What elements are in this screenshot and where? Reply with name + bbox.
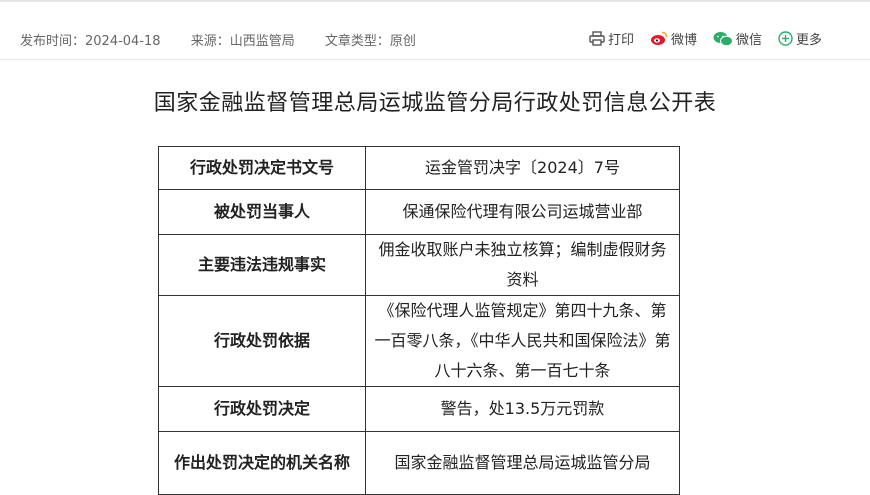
row-label: 行政处罚依据 <box>158 295 366 387</box>
wechat-label: 微信 <box>735 33 762 48</box>
share-toolbar: 打印 微博 微信 更多 <box>589 29 822 48</box>
plus-circle-icon <box>778 31 793 46</box>
page-title: 国家金融监督管理总局运城监管分局行政处罚信息公开表 <box>153 91 717 116</box>
print-button[interactable]: 打印 <box>589 29 634 48</box>
row-value: 保通保险代理有限公司运城营业部 <box>365 189 680 235</box>
row-value: 《保险代理人监管规定》第四十九条、第一百零八条，《中华人民共和国保险法》第八十六… <box>365 295 680 387</box>
wechat-icon <box>713 31 733 46</box>
print-label: 打印 <box>607 33 634 48</box>
row-label: 被处罚当事人 <box>158 189 366 235</box>
wechat-share-button[interactable]: 微信 <box>713 29 762 48</box>
table-row: 行政处罚决定书文号 运金管罚决字〔2024〕7号 <box>158 146 680 190</box>
row-label: 行政处罚决定 <box>158 386 366 432</box>
weibo-label: 微博 <box>670 33 697 48</box>
table-row: 被处罚当事人 保通保险代理有限公司运城营业部 <box>158 189 680 235</box>
table-row: 主要违法违规事实 佣金收取账户未独立核算；编制虚假财务资料 <box>158 234 680 296</box>
article-type: 文章类型：原创 <box>324 34 416 49</box>
article-meta-bar: 发布时间：2024-04-18 来源：山西监管局 文章类型：原创 打印 微博 微… <box>0 0 870 60</box>
table-row: 行政处罚依据 《保险代理人监管规定》第四十九条、第一百零八条，《中华人民共和国保… <box>158 295 680 387</box>
penalty-info-table: 行政处罚决定书文号 运金管罚决字〔2024〕7号 被处罚当事人 保通保险代理有限… <box>158 146 680 495</box>
weibo-icon <box>650 31 668 45</box>
row-value: 国家金融监督管理总局运城监管分局 <box>365 431 680 495</box>
printer-icon <box>589 31 605 46</box>
publish-time: 发布时间：2024-04-18 <box>20 34 161 49</box>
row-value: 佣金收取账户未独立核算；编制虚假财务资料 <box>365 234 680 296</box>
table-row: 作出处罚决定的机关名称 国家金融监督管理总局运城监管分局 <box>158 431 680 495</box>
row-value: 警告，处13.5万元罚款 <box>365 386 680 432</box>
table-row: 行政处罚决定 警告，处13.5万元罚款 <box>158 386 680 432</box>
row-label: 作出处罚决定的机关名称 <box>158 431 366 495</box>
row-label: 主要违法违规事实 <box>158 234 366 296</box>
more-share-button[interactable]: 更多 <box>778 29 822 48</box>
more-label: 更多 <box>795 33 822 48</box>
row-value: 运金管罚决字〔2024〕7号 <box>365 146 680 190</box>
article-source: 来源：山西监管局 <box>190 34 295 49</box>
row-label: 行政处罚决定书文号 <box>158 146 366 190</box>
article-meta: 发布时间：2024-04-18 来源：山西监管局 文章类型：原创 <box>20 30 442 49</box>
weibo-share-button[interactable]: 微博 <box>650 29 697 48</box>
